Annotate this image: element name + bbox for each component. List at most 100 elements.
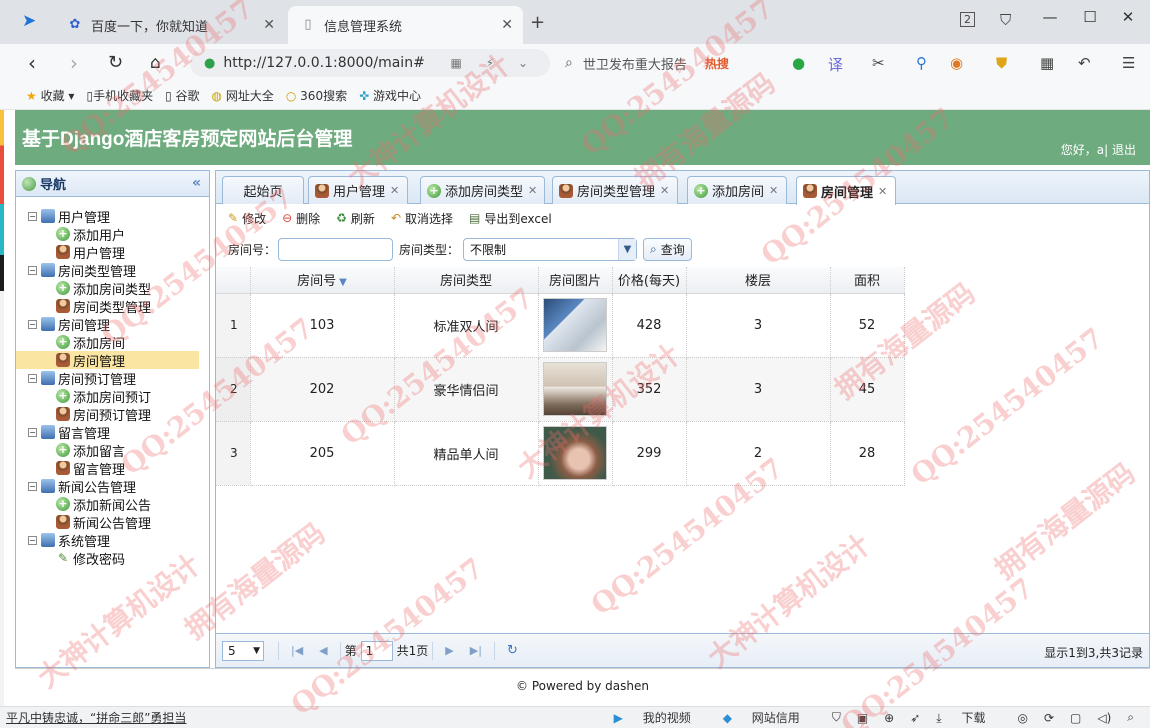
refresh-button[interactable]: ♻ 刷新	[336, 210, 375, 227]
reload-icon[interactable]: ↻	[108, 52, 123, 74]
apps-grid-icon[interactable]: ▦	[1040, 54, 1054, 72]
tree-item-add-message[interactable]: + 添加留言	[16, 441, 209, 460]
tree-group-room-types[interactable]: − 房间类型管理	[16, 261, 209, 280]
table-row[interactable]: 2 202 豪华情侣间 352 3 45	[216, 357, 905, 422]
tree-group-bookings[interactable]: − 房间预订管理	[16, 369, 209, 388]
tree-item-room-type-manage[interactable]: 房间类型管理	[16, 297, 209, 316]
reload-icon[interactable]: ↻	[507, 643, 518, 658]
url-actions-icon[interactable]: ▦ ⚡ ⌄	[451, 56, 550, 70]
tab-count-badge[interactable]: 2	[960, 12, 975, 27]
tree-item-add-news[interactable]: + 添加新闻公告	[16, 495, 209, 514]
menu-icon[interactable]: ☰	[1122, 54, 1135, 72]
collapse-toggle-icon[interactable]: −	[28, 535, 37, 545]
room-no-input[interactable]	[278, 237, 394, 261]
window-icon[interactable]: ▢	[1070, 711, 1081, 725]
bookmark-google[interactable]: ▯ 谷歌	[165, 87, 199, 104]
scissors-icon[interactable]: ✂	[872, 54, 885, 72]
news-ticker-link[interactable]: 平凡中铸忠诚，“拼命三郎”勇担当	[0, 709, 186, 726]
tab-room-type-manage[interactable]: 房间类型管理 ✕	[552, 176, 678, 204]
collapse-icon[interactable]: «	[192, 175, 201, 191]
column-header[interactable]: 房间图片	[538, 267, 613, 294]
shield-status-icon[interactable]: ⛉	[832, 710, 841, 725]
home-icon[interactable]: ⌂	[150, 52, 161, 74]
screenshot-icon[interactable]: ▣	[857, 711, 868, 725]
tree-item-add-room[interactable]: + 添加房间	[16, 333, 209, 352]
back-icon[interactable]: ‹	[28, 52, 36, 74]
tree-item-add-user[interactable]: + 添加用户	[16, 225, 209, 244]
browser-search-box[interactable]: ⌕ 世卫发布重大报告 热搜	[565, 49, 775, 77]
first-page-icon[interactable]: |◀	[291, 644, 303, 657]
tree-item-user-manage[interactable]: 用户管理	[16, 243, 209, 262]
game-icon[interactable]: ◉	[950, 54, 963, 72]
table-row[interactable]: 1 103 标准双人间 428 3 52	[216, 293, 905, 358]
plugin-icon[interactable]: ⊕	[884, 711, 894, 725]
page-size-select[interactable]: 5 ▼	[222, 640, 264, 661]
translate-icon[interactable]: 译	[828, 54, 843, 75]
collapse-toggle-icon[interactable]: −	[28, 481, 37, 491]
collapse-toggle-icon[interactable]: −	[28, 319, 37, 329]
close-icon[interactable]: ✕	[390, 184, 399, 197]
column-header[interactable]: 房间类型	[394, 267, 539, 294]
tab-room-manage[interactable]: 房间管理 ✕	[796, 176, 896, 205]
tab-user-manage[interactable]: 用户管理 ✕	[308, 176, 408, 204]
bookmark-mobile[interactable]: ▯手机收藏夹	[86, 87, 153, 104]
hot-search-badge[interactable]: 热搜	[705, 55, 729, 72]
tab-home[interactable]: 起始页	[222, 176, 304, 204]
collapse-toggle-icon[interactable]: −	[28, 265, 37, 275]
column-header[interactable]: 房间号 ▼	[250, 267, 395, 294]
maximize-icon[interactable]: ☐	[1076, 8, 1104, 26]
tree-item-message-manage[interactable]: 留言管理	[16, 459, 209, 478]
new-tab-icon[interactable]: +	[530, 12, 545, 33]
browser-logo-icon[interactable]: ➤	[22, 11, 36, 31]
magnifier-icon[interactable]: ⚲	[916, 54, 927, 72]
close-icon[interactable]: ✕	[501, 17, 513, 33]
close-icon[interactable]: ✕	[528, 184, 537, 197]
close-icon[interactable]: ✕	[660, 184, 669, 197]
export-excel-button[interactable]: ▤ 导出到excel	[469, 210, 552, 227]
tree-group-news[interactable]: − 新闻公告管理	[16, 477, 209, 496]
column-header[interactable]: 楼层	[686, 267, 831, 294]
sort-desc-icon[interactable]: ▼	[339, 277, 347, 288]
close-icon[interactable]: ✕	[263, 17, 275, 33]
room-type-select[interactable]: 不限制 ▼	[463, 237, 638, 261]
query-button[interactable]: ⌕ 查询	[643, 237, 692, 261]
site-credit-button[interactable]: ◆ 网站信用	[723, 709, 816, 726]
browser-tab-active[interactable]: ▯ 信息管理系统 ✕	[288, 6, 523, 44]
tree-item-add-room-type[interactable]: + 添加房间类型	[16, 279, 209, 298]
deselect-button[interactable]: ↶ 取消选择	[391, 210, 453, 227]
extension-icon[interactable]: ●	[792, 54, 805, 72]
browser-tab-baidu[interactable]: ✿ 百度一下，你就知道 ✕	[55, 6, 285, 44]
zoom-icon[interactable]: ⌕	[1127, 710, 1134, 725]
tree-item-room-manage[interactable]: 房间管理	[16, 351, 199, 370]
tree-group-rooms[interactable]: − 房间管理	[16, 315, 209, 334]
tree-item-change-password[interactable]: ✎ 修改密码	[16, 549, 209, 568]
close-icon[interactable]: ✕	[769, 184, 778, 197]
tree-item-add-booking[interactable]: + 添加房间预订	[16, 387, 209, 406]
page-number-input[interactable]: 1	[360, 640, 393, 661]
url-field[interactable]: ● http://127.0.0.1:8000/main# ▦ ⚡ ⌄	[190, 49, 550, 77]
close-window-icon[interactable]: ✕	[1114, 8, 1142, 26]
bookmark-360[interactable]: ○ 360搜索	[286, 87, 347, 104]
column-header[interactable]: 面积	[830, 267, 905, 294]
prev-page-icon[interactable]: ◀	[319, 644, 327, 657]
collapse-toggle-icon[interactable]: −	[28, 211, 37, 221]
collapse-toggle-icon[interactable]: −	[28, 373, 37, 383]
bookmark-favorites[interactable]: ★ 收藏 ▾	[26, 87, 74, 104]
rocket-icon[interactable]: ➶	[910, 711, 920, 725]
delete-button[interactable]: ⊖ 删除	[282, 210, 320, 227]
undo-icon[interactable]: ↶	[1078, 54, 1091, 72]
tab-add-room[interactable]: + 添加房间 ✕	[687, 176, 787, 204]
headset-icon[interactable]: ◎	[1017, 711, 1027, 725]
tree-item-news-manage[interactable]: 新闻公告管理	[16, 513, 209, 532]
chevron-down-icon[interactable]: ▼	[618, 238, 637, 260]
my-video-button[interactable]: ▶ 我的视频	[614, 709, 707, 726]
tree-group-messages[interactable]: − 留言管理	[16, 423, 209, 442]
user-greeting[interactable]: 您好，a| 退出	[1061, 141, 1136, 158]
sync-icon[interactable]: ⟳	[1044, 711, 1054, 725]
tab-add-room-type[interactable]: + 添加房间类型 ✕	[420, 176, 545, 204]
volume-icon[interactable]: ◁)	[1097, 711, 1111, 725]
shield-icon[interactable]: ⛊	[996, 54, 1007, 72]
tree-item-booking-manage[interactable]: 房间预订管理	[16, 405, 209, 424]
last-page-icon[interactable]: ▶|	[470, 644, 482, 657]
tree-group-system[interactable]: − 系统管理	[16, 531, 209, 550]
